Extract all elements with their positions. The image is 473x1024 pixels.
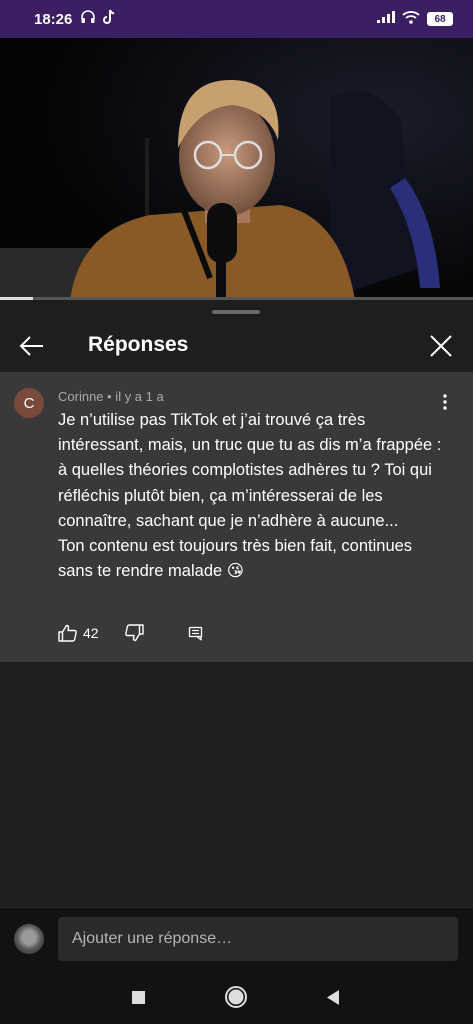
arrow-left-icon <box>19 336 43 356</box>
reply-compose-bar <box>0 908 473 970</box>
status-time: 18:26 <box>34 10 73 28</box>
sheet-header: Réponses <box>0 320 473 372</box>
page-title: Réponses <box>88 333 189 356</box>
square-icon <box>131 990 145 1004</box>
battery-icon: 68 <box>427 12 453 26</box>
like-button[interactable]: 42 <box>58 624 99 642</box>
like-count: 42 <box>83 625 99 641</box>
more-vertical-icon <box>443 394 447 410</box>
home-circle-icon <box>225 986 247 1008</box>
back-nav-button[interactable] <box>320 984 346 1010</box>
signal-icon <box>377 10 395 28</box>
status-bar: 18:26 68 <box>0 0 473 38</box>
video-player[interactable] <box>0 38 473 300</box>
dislike-button[interactable] <box>124 624 144 642</box>
comment-paragraph: Je n’utilise pas TikTok et j’ai trouvé ç… <box>58 411 442 530</box>
home-button[interactable] <box>223 984 249 1010</box>
video-frame <box>0 38 473 300</box>
close-icon <box>430 335 452 357</box>
system-navigation-bar <box>0 970 473 1024</box>
headphones-icon <box>80 9 96 30</box>
comment-meta: Corinne • il y a 1 a <box>58 389 164 404</box>
battery-level: 68 <box>434 13 446 25</box>
back-button[interactable] <box>14 328 50 364</box>
comment-paragraph: Ton contenu est toujours très bien fait,… <box>58 537 413 581</box>
wifi-icon <box>402 10 420 29</box>
thumbs-up-icon <box>58 624 77 642</box>
comment-text: Je n’utilise pas TikTok et j’ai trouvé ç… <box>58 408 443 584</box>
comment-actions: 42 <box>58 622 203 644</box>
comment-card: C Corinne • il y a 1 a Je n’utilise pas … <box>0 372 473 662</box>
reply-button[interactable] <box>188 626 203 641</box>
triangle-back-icon <box>327 989 339 1005</box>
thumbs-down-icon <box>124 624 144 642</box>
recents-button[interactable] <box>125 984 151 1010</box>
avatar[interactable]: C <box>14 388 44 418</box>
reply-comment-icon <box>188 626 202 640</box>
user-avatar[interactable] <box>14 924 44 954</box>
tiktok-icon <box>102 9 116 30</box>
reply-input[interactable] <box>58 917 458 961</box>
close-button[interactable] <box>423 328 459 364</box>
drag-handle[interactable] <box>212 310 260 314</box>
